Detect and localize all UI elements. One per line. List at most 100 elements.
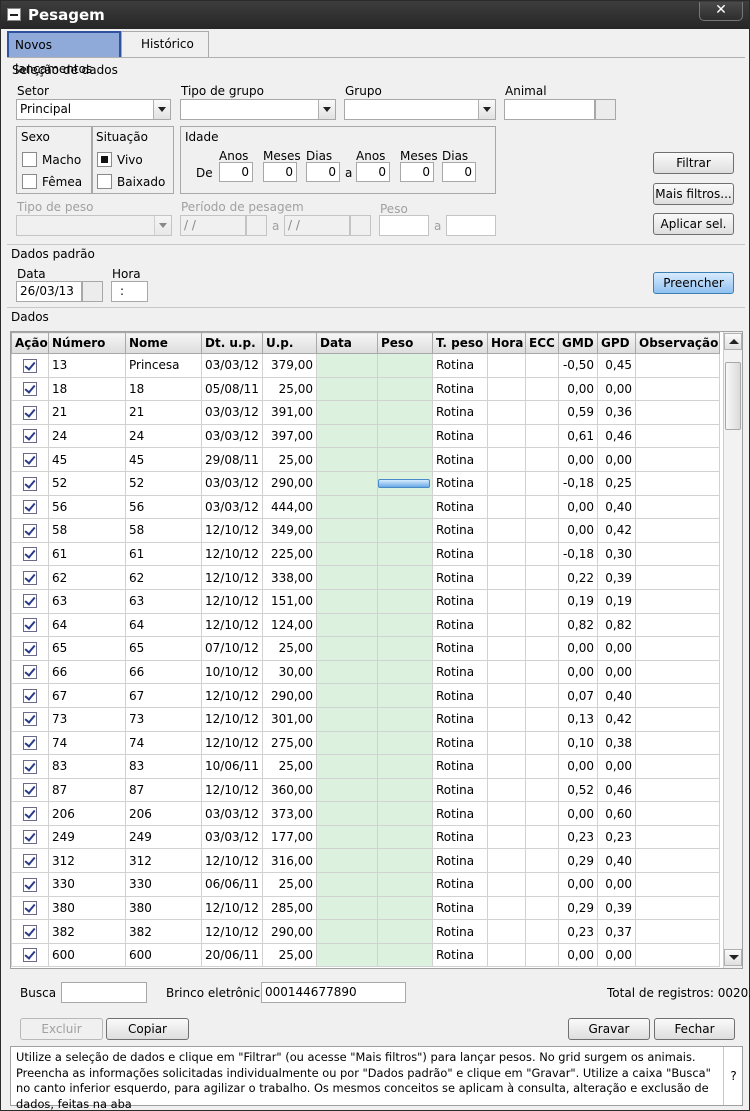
numero-cell[interactable]: 21 <box>48 400 126 425</box>
hora-cell[interactable] <box>487 541 526 567</box>
periodo-a-input[interactable]: / / <box>284 215 350 236</box>
numero-cell[interactable]: 61 <box>48 541 126 567</box>
gpd-cell[interactable]: 0,25 <box>597 470 636 496</box>
hora-cell[interactable] <box>487 470 526 496</box>
observacao-cell[interactable] <box>635 659 720 685</box>
up-cell[interactable]: 397,00 <box>262 423 317 449</box>
tipo-peso-cell[interactable]: Rotina <box>432 801 488 826</box>
check-icon[interactable] <box>23 783 37 798</box>
data-cell[interactable] <box>316 636 378 661</box>
a-dias-input[interactable]: 0 <box>442 162 476 182</box>
gmd-cell[interactable]: 0,00 <box>558 447 598 472</box>
nome-cell[interactable]: 56 <box>125 494 202 520</box>
data-cell[interactable] <box>316 777 378 803</box>
gpd-cell[interactable]: 0,00 <box>597 447 636 472</box>
nome-cell[interactable]: 380 <box>125 895 202 921</box>
tipo-peso-cell[interactable]: Rotina <box>432 612 488 638</box>
hora-cell[interactable] <box>487 400 526 425</box>
numero-cell[interactable]: 52 <box>48 470 126 496</box>
data-cell[interactable] <box>316 423 378 449</box>
dt-up-cell[interactable]: 03/03/12 <box>201 801 263 826</box>
up-cell[interactable]: 290,00 <box>262 683 317 708</box>
dt-up-cell[interactable]: 05/08/11 <box>201 376 263 402</box>
check-icon[interactable] <box>23 712 37 727</box>
acao-checkbox-cell[interactable] <box>11 659 49 685</box>
tipo-peso-cell[interactable]: Rotina <box>432 636 488 661</box>
gmd-cell[interactable]: -0,50 <box>558 353 598 378</box>
table-row[interactable]: 382 382 12/10/12 290,00 Rotina 0,23 0,37 <box>11 919 720 944</box>
table-row[interactable]: 66 66 10/10/12 30,00 Rotina 0,00 0,00 <box>11 659 720 685</box>
gpd-cell[interactable]: 0,42 <box>597 518 636 543</box>
tipo-peso-cell[interactable]: Rotina <box>432 588 488 614</box>
gmd-cell[interactable]: 0,00 <box>558 518 598 543</box>
baixado-checkbox[interactable] <box>97 174 112 189</box>
up-cell[interactable]: 373,00 <box>262 801 317 826</box>
gpd-cell[interactable]: 0,39 <box>597 895 636 921</box>
tipo-peso-cell[interactable]: Rotina <box>432 353 488 378</box>
observacao-cell[interactable] <box>635 872 720 897</box>
nome-cell[interactable]: 67 <box>125 683 202 708</box>
up-cell[interactable]: 225,00 <box>262 541 317 567</box>
observacao-cell[interactable] <box>635 942 720 968</box>
tipo-peso-cell[interactable]: Rotina <box>432 754 488 779</box>
peso-cell[interactable] <box>377 730 433 756</box>
tab-historico[interactable]: Histórico <box>121 31 209 57</box>
hora-cell[interactable] <box>487 730 526 756</box>
table-row[interactable]: 52 52 03/03/12 290,00 Rotina -0,18 0,25 <box>11 470 720 496</box>
check-icon[interactable] <box>23 570 37 585</box>
gpd-cell[interactable]: 0,39 <box>597 565 636 590</box>
table-row[interactable]: 73 73 12/10/12 301,00 Rotina 0,13 0,42 <box>11 706 720 732</box>
numero-cell[interactable]: 600 <box>48 942 126 968</box>
a-meses-input[interactable]: 0 <box>400 162 434 182</box>
check-icon[interactable] <box>23 901 37 916</box>
hora-cell[interactable] <box>487 353 526 378</box>
nome-cell[interactable]: 83 <box>125 754 202 779</box>
tipo-peso-cell[interactable]: Rotina <box>432 872 488 897</box>
peso-cell[interactable] <box>377 612 433 638</box>
peso-cell[interactable] <box>377 659 433 685</box>
up-cell[interactable]: 25,00 <box>262 636 317 661</box>
check-icon[interactable] <box>23 358 37 373</box>
up-cell[interactable]: 25,00 <box>262 447 317 472</box>
observacao-cell[interactable] <box>635 376 720 402</box>
up-cell[interactable]: 25,00 <box>262 376 317 402</box>
copiar-button[interactable]: Copiar <box>106 1018 189 1040</box>
numero-cell[interactable]: 63 <box>48 588 126 614</box>
numero-cell[interactable]: 73 <box>48 706 126 732</box>
ecc-cell[interactable] <box>525 376 559 402</box>
dt-up-cell[interactable]: 12/10/12 <box>201 565 263 590</box>
check-icon[interactable] <box>23 618 37 633</box>
data-cell[interactable] <box>316 518 378 543</box>
ecc-cell[interactable] <box>525 801 559 826</box>
acao-checkbox-cell[interactable] <box>11 376 49 402</box>
peso-cell[interactable] <box>377 494 433 520</box>
up-cell[interactable]: 151,00 <box>262 588 317 614</box>
dt-up-cell[interactable]: 12/10/12 <box>201 588 263 614</box>
acao-checkbox-cell[interactable] <box>11 801 49 826</box>
ecc-cell[interactable] <box>525 659 559 685</box>
acao-checkbox-cell[interactable] <box>11 565 49 590</box>
check-icon[interactable] <box>23 759 37 774</box>
peso-cell[interactable] <box>377 895 433 921</box>
hora-cell[interactable] <box>487 777 526 803</box>
dt-up-cell[interactable]: 12/10/12 <box>201 730 263 756</box>
gmd-cell[interactable]: 0,23 <box>558 919 598 944</box>
column-header[interactable]: Observação <box>635 332 720 354</box>
observacao-cell[interactable] <box>635 636 720 661</box>
gpd-cell[interactable]: 0,40 <box>597 848 636 874</box>
ecc-cell[interactable] <box>525 683 559 708</box>
nome-cell[interactable]: 64 <box>125 612 202 638</box>
gmd-cell[interactable]: 0,00 <box>558 942 598 968</box>
column-header[interactable]: Dt. u.p. <box>201 332 263 354</box>
table-row[interactable]: 312 312 12/10/12 316,00 Rotina 0,29 0,40 <box>11 848 720 874</box>
mais-filtros-button[interactable]: Mais filtros... <box>653 183 734 205</box>
acao-checkbox-cell[interactable] <box>11 942 49 968</box>
observacao-cell[interactable] <box>635 494 720 520</box>
gpd-cell[interactable]: 0,23 <box>597 824 636 850</box>
observacao-cell[interactable] <box>635 848 720 874</box>
table-row[interactable]: 206 206 03/03/12 373,00 Rotina 0,00 0,60 <box>11 801 720 826</box>
dt-up-cell[interactable]: 12/10/12 <box>201 612 263 638</box>
column-header[interactable]: U.p. <box>262 332 317 354</box>
check-icon[interactable] <box>23 452 37 467</box>
ecc-cell[interactable] <box>525 565 559 590</box>
